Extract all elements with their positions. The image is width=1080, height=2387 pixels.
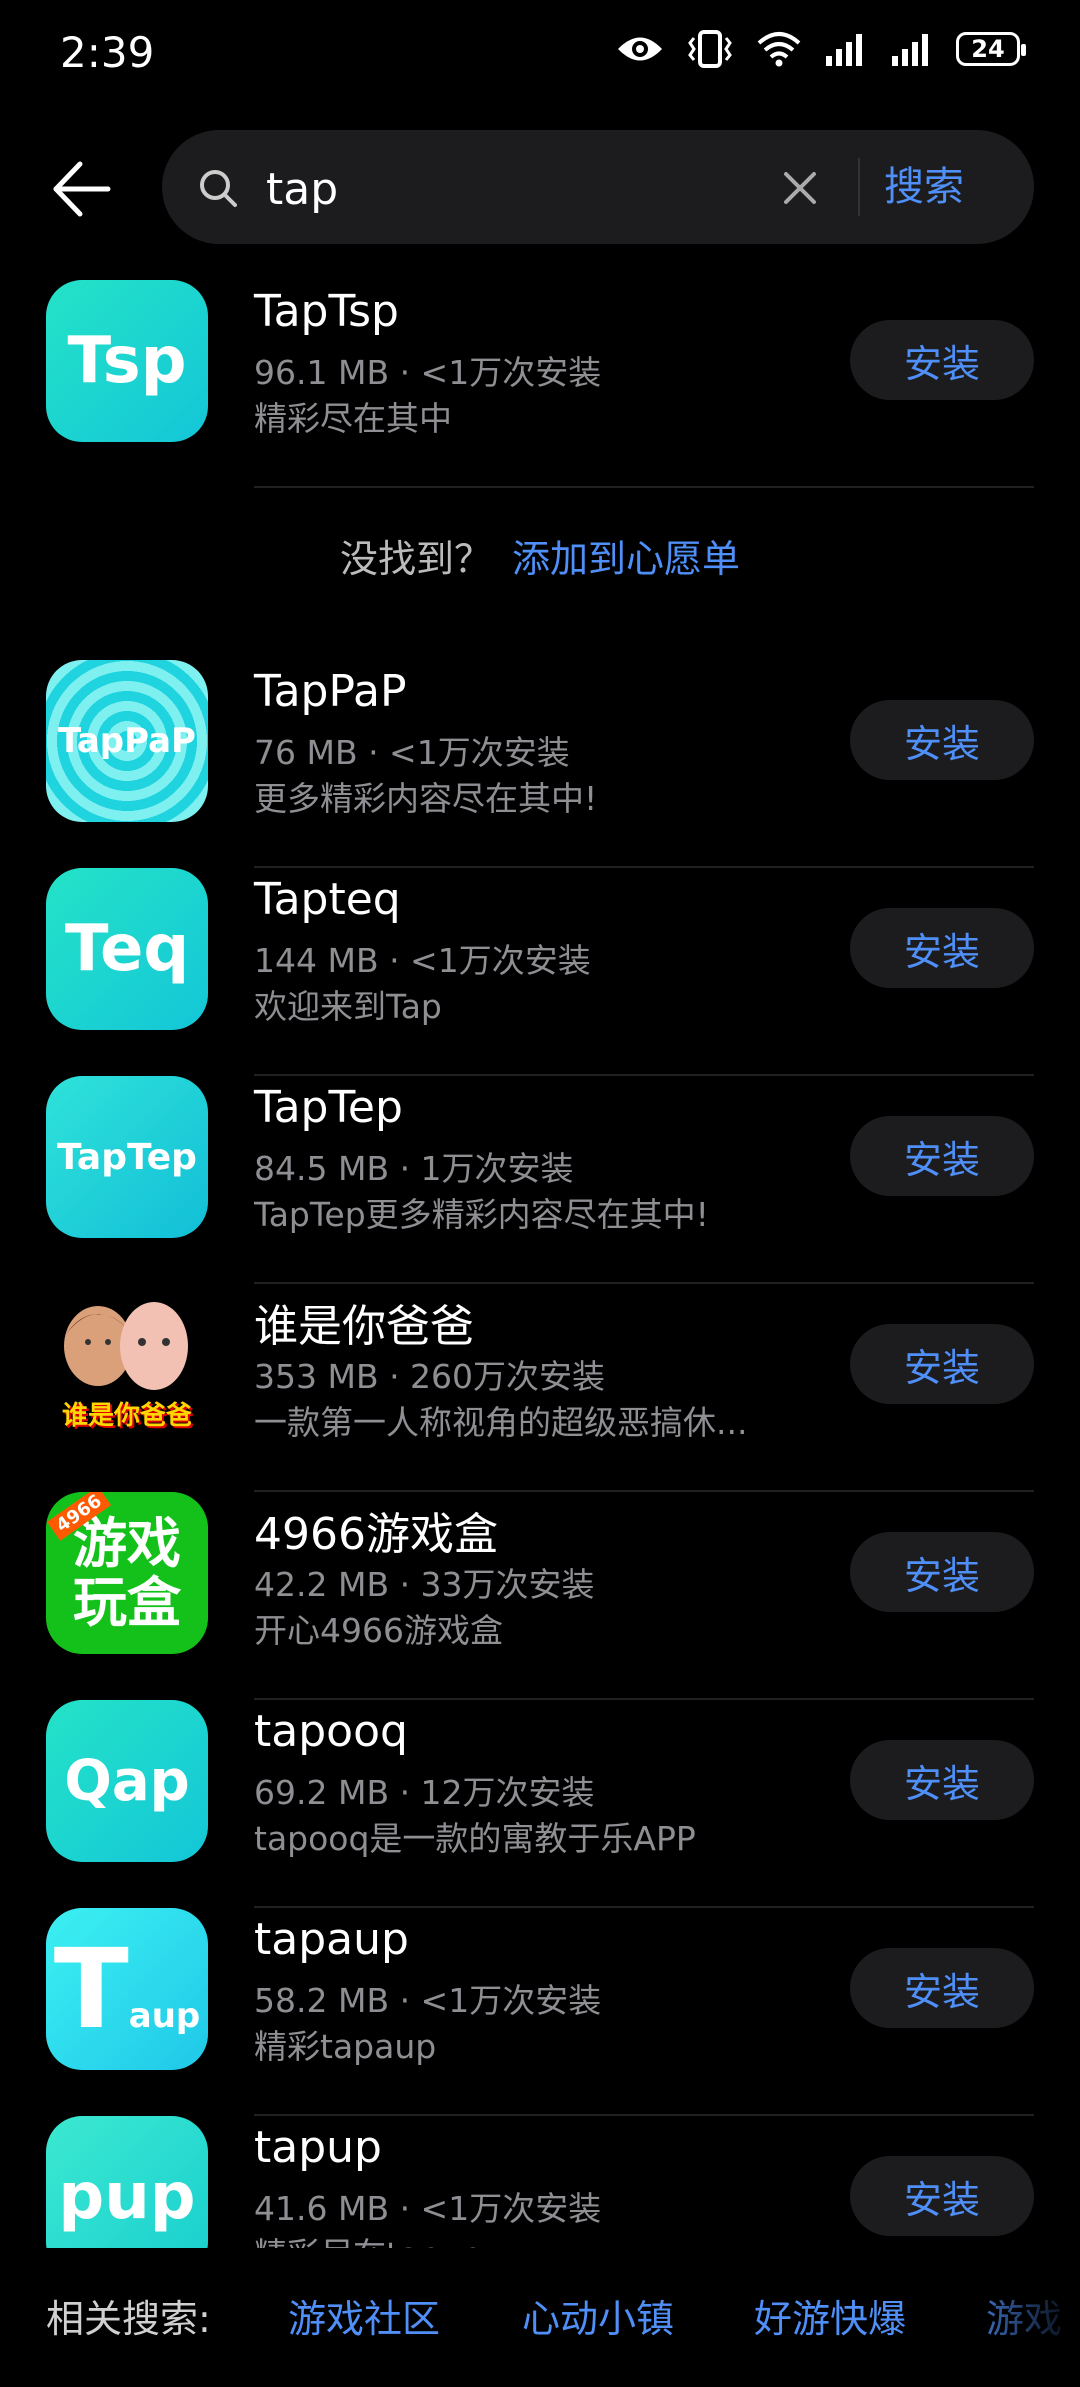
app-icon: 游戏玩盒 4966 [46, 1492, 208, 1654]
app-desc: 精彩尽在其中 [254, 399, 452, 438]
add-to-wishlist-link[interactable]: 添加到心愿单 [512, 537, 740, 581]
search-bar[interactable]: 搜索 [162, 130, 1034, 244]
app-icon-text: Teq [64, 912, 190, 986]
search-input[interactable] [264, 160, 828, 218]
back-arrow-icon[interactable] [50, 158, 112, 220]
app-icon: TapTep [46, 1076, 208, 1238]
app-desc: 欢迎来到Tap [254, 987, 442, 1026]
list-item[interactable]: 游戏玩盒 4966 4966游戏盒 42.2 MB · 33万次安装 开心4966游戏盒… [0, 1492, 1080, 1700]
eye-icon [618, 37, 662, 61]
divider [254, 486, 1034, 488]
install-button[interactable]: 安装 [850, 2156, 1034, 2236]
app-desc: 一款第一人称视角的超级恶搞休... [254, 1403, 748, 1442]
app-meta: 69.2 MB · 12万次安装 [254, 1773, 595, 1812]
not-found-question: 没找到？ [339, 537, 492, 581]
app-icon-text: Tsp [67, 324, 187, 398]
app-desc: 精彩tapaup [254, 2027, 437, 2066]
list-item[interactable]: 谁是你爸爸 谁是你爸爸 353 MB · 260万次安装 一款第一人称视角的超级恶搞休… [0, 1284, 1080, 1492]
app-icon: Taup [46, 1908, 208, 2070]
list-item[interactable]: Qap tapooq 69.2 MB · 12万次安装 tapooq是一款的寓教于乐A… [0, 1700, 1080, 1908]
app-icon-text: 谁是你爸爸 [61, 1401, 192, 1431]
related-item[interactable]: 好游快爆 [754, 2288, 906, 2343]
install-button[interactable]: 安装 [850, 1532, 1034, 1612]
install-button[interactable]: 安装 [850, 1116, 1034, 1196]
install-button[interactable]: 安装 [850, 1324, 1034, 1404]
signal-icon-2 [892, 34, 928, 66]
list-item[interactable]: Taup tapaup 58.2 MB · <1万次安装 精彩tapaup 安装 [0, 1908, 1080, 2116]
app-meta: 58.2 MB · <1万次安装 [254, 1981, 602, 2020]
app-name: tapup [254, 2122, 382, 2173]
wifi-icon [757, 32, 801, 67]
app-icon-sub: aup [128, 1996, 201, 2036]
app-desc: 开心4966游戏盒 [254, 1611, 503, 1650]
list-item[interactable]: Teq Tapteq 144 MB · <1万次安装 欢迎来到Tap 安装 [0, 868, 1080, 1076]
app-icon: TapPaP [46, 660, 208, 822]
app-icon-text: TapTep [57, 1136, 197, 1178]
app-icon-text: TapPaP [58, 721, 196, 761]
app-meta: 76 MB · <1万次安装 [254, 733, 570, 772]
install-button[interactable]: 安装 [850, 700, 1034, 780]
not-found-prompt: 没找到？ 添加到心愿单 [0, 528, 1080, 583]
clear-icon[interactable] [782, 170, 818, 206]
app-desc: TapTep更多精彩内容尽在其中! [254, 1195, 709, 1234]
app-icon-text: pup [58, 2160, 196, 2234]
app-icon-text: 游戏玩盒 [73, 1511, 181, 1634]
app-name: Tapteq [254, 874, 401, 925]
list-item[interactable]: TapPaP TapPaP 76 MB · <1万次安装 更多精彩内容尽在其中! 安装 [0, 660, 1080, 868]
vibrate-icon [688, 30, 732, 68]
app-meta: 42.2 MB · 33万次安装 [254, 1565, 595, 1604]
related-searches: 相关搜索: 游戏社区 心动小镇 好游快爆 游戏 [0, 2250, 1080, 2387]
app-icon-text: T [53, 1925, 129, 2053]
list-item[interactable]: TapTep TapTep 84.5 MB · 1万次安装 TapTep更多精彩内容尽… [0, 1076, 1080, 1284]
battery-level: 24 [971, 35, 1005, 63]
status-bar: 2:39 24 [0, 0, 1080, 110]
app-desc: tapooq是一款的寓教于乐APP [254, 1819, 696, 1858]
app-name: TapTep [254, 1082, 403, 1133]
search-button[interactable]: 搜索 [884, 158, 964, 216]
signal-icon [826, 34, 862, 66]
battery-icon: 24 [956, 32, 1026, 66]
app-meta: 353 MB · 260万次安装 [254, 1357, 606, 1396]
app-name: 4966游戏盒 [254, 1509, 498, 1560]
install-button[interactable]: 安装 [850, 1740, 1034, 1820]
app-meta: 144 MB · <1万次安装 [254, 941, 591, 980]
install-button[interactable]: 安装 [850, 1948, 1034, 2028]
status-time: 2:39 [60, 28, 155, 77]
app-desc: 更多精彩内容尽在其中! [254, 779, 598, 818]
app-icon: Qap [46, 1700, 208, 1862]
app-name: TapTsp [254, 286, 399, 337]
related-item[interactable]: 游戏社区 [288, 2288, 440, 2343]
fade-overlay [990, 2250, 1080, 2387]
app-icon-text: Qap [64, 1748, 190, 1814]
app-icon: Teq [46, 868, 208, 1030]
app-name: TapPaP [254, 666, 407, 717]
app-name: tapooq [254, 1706, 408, 1757]
related-label: 相关搜索: [46, 2297, 211, 2341]
search-divider [858, 158, 860, 216]
related-item[interactable]: 心动小镇 [522, 2288, 674, 2343]
install-button[interactable]: 安装 [850, 320, 1034, 400]
app-icon: Tsp [46, 280, 208, 442]
app-meta: 84.5 MB · 1万次安装 [254, 1149, 574, 1188]
app-name: tapaup [254, 1914, 409, 1965]
app-icon: 谁是你爸爸 [46, 1284, 208, 1446]
app-meta: 96.1 MB · <1万次安装 [254, 353, 602, 392]
search-icon [200, 170, 237, 207]
app-name: 谁是你爸爸 [254, 1301, 474, 1352]
app-meta: 41.6 MB · <1万次安装 [254, 2189, 602, 2228]
list-item[interactable]: Tsp TapTsp 96.1 MB · <1万次安装 精彩尽在其中 安装 [0, 280, 1080, 488]
install-button[interactable]: 安装 [850, 908, 1034, 988]
